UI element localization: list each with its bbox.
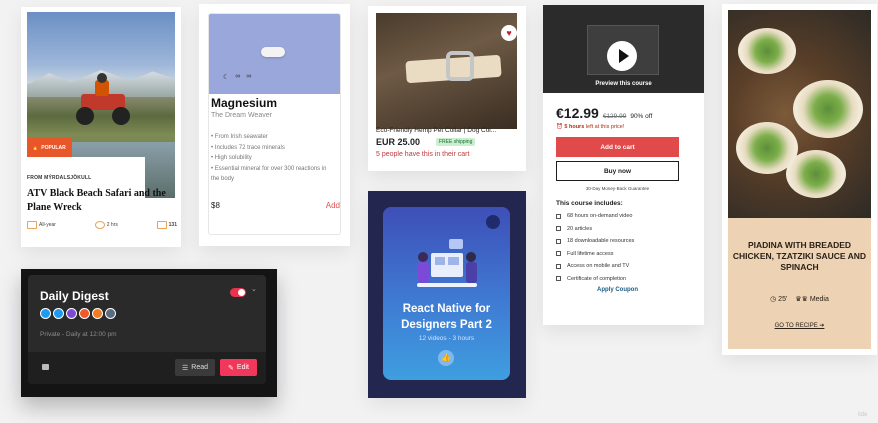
pill-image [261,47,285,57]
lock-icon [42,364,49,370]
favorite-heart-icon[interactable]: ♥ [501,25,517,41]
play-icon[interactable] [607,41,637,71]
price-row: €12.99 €129.99 90% off [556,105,694,121]
list-item: 20 articles [556,223,694,236]
twitter-icon [53,308,64,319]
chain-icon: ∞ [246,73,252,80]
hand-icon [94,221,105,229]
hacker-news-icon [92,308,103,319]
video-icon [556,213,561,219]
logo-icon [486,215,500,229]
ticket-icon [156,221,167,229]
chevron-down-icon[interactable]: ⌄ [251,285,257,293]
clock-icon: ◷ [770,296,777,303]
chef-hat-icon: ♛♛ [795,296,808,303]
file-icon [556,226,561,232]
recipe-photo [728,10,871,218]
tour-title[interactable]: ATV Black Beach Safari and the Plane Wre… [27,187,167,215]
product-name: Magnesium [211,96,278,110]
download-icon [556,238,561,244]
discount: 90% off [630,113,653,120]
link-icon: ∞ [235,73,241,80]
tour-meta: All-year 2 hrs 131 [27,221,177,229]
course-purchase-card: Preview this course €12.99 €129.99 90% o… [543,5,704,325]
includes-list: 68 hours on-demand video 20 articles 18 … [556,210,694,285]
mobile-icon [556,263,561,269]
rss-icon [66,308,77,319]
cart-popularity-note: 5 people have this in their cart [376,151,470,158]
atv-tour-card[interactable]: 🔥 POPULAR FROM MÝRDALSJÖKULL ATV Black B… [21,7,181,247]
react-native-course-card[interactable]: React Native for Designers Part 2 12 vid… [368,191,526,398]
free-shipping-badge: FREE shipping [436,138,476,146]
collar-photo: ♥ [376,13,517,129]
includes-heading: This course includes: [556,200,623,207]
recipe-title: PIADINA WITH BREADED CHICKEN, TZATZIKI S… [732,240,867,272]
add-to-cart-button[interactable]: Add to cart [556,137,679,157]
twitter-icon [40,308,51,319]
product-subtitle: The Dream Weaver [211,112,272,119]
listing-title[interactable]: Eco-Friendly Hemp Pet Collar | Dog Col..… [376,127,521,134]
current-price: €12.99 [556,105,599,121]
list-icon: ☰ [181,364,189,372]
digest-toggle[interactable] [230,288,246,297]
list-item: 68 hours on-demand video [556,210,694,223]
digest-status: Private - Daily at 12:00 pm [40,331,117,338]
dollar-icon [105,308,116,319]
tour-origin: FROM MÝRDALSJÖKULL [27,175,92,181]
course-meta: 12 videos - 3 hours [418,335,475,342]
list-item: Certificate of completion [556,273,694,286]
time-left-note: ⏰ 5 hours left at this price! [556,124,625,130]
go-to-recipe-link[interactable]: GO TO RECIPE ➔ [728,322,871,329]
add-button[interactable]: Add [326,201,340,210]
product-hunt-icon [79,308,90,319]
recipe-meta: ◷ 25' ♛♛ Media [770,296,829,303]
feature-list: • From Irish seawater • Includes 72 trac… [211,134,327,182]
atv-rider-image [76,73,130,125]
popular-badge: 🔥 POPULAR [27,138,72,158]
fire-icon: 🔥 [32,145,39,151]
trophy-icon [556,276,561,282]
magnesium-product-card[interactable]: ☾ ∞ ∞ Magnesium The Dream Weaver • From … [199,4,350,246]
product-price: $8 [211,201,220,210]
guarantee-note: 30-Day Money-Back Guarantee [585,186,650,191]
course-preview-video[interactable]: Preview this course [543,5,704,93]
daily-digest-card: Daily Digest ⌄ Private - Daily at 12:00 … [21,269,277,397]
read-button[interactable]: ☰ Read [175,359,215,376]
moon-icon: ☾ [223,74,230,81]
preview-label: Preview this course [595,81,652,87]
watermark: lide [858,412,868,418]
digest-title: Daily Digest [40,289,109,303]
buy-now-button[interactable]: Buy now [556,161,679,181]
listing-price: EUR 25.00 [376,137,421,147]
pencil-icon: ✎ [228,364,234,372]
product-image: ☾ ∞ ∞ [209,14,340,94]
designers-illustration [417,239,477,287]
calendar-icon [27,221,37,229]
source-icons [40,308,116,319]
apply-coupon-link[interactable]: Apply Coupon [556,287,679,293]
edit-button[interactable]: ✎ Edit [220,359,257,376]
infinity-icon [556,251,561,257]
pet-collar-card[interactable]: ♥ Eco-Friendly Hemp Pet Collar | Dog Col… [368,6,526,171]
recipe-card[interactable]: PIADINA WITH BREADED CHICKEN, TZATZIKI S… [722,4,877,355]
list-item: 18 downloadable resources [556,235,694,248]
list-item: Access on mobile and TV [556,260,694,273]
original-price: €129.99 [602,113,627,120]
thumbs-up-icon[interactable]: 👍 [438,350,454,366]
course-title[interactable]: React Native for Designers Part 2 [383,301,510,333]
list-item: Full lifetime access [556,248,694,261]
